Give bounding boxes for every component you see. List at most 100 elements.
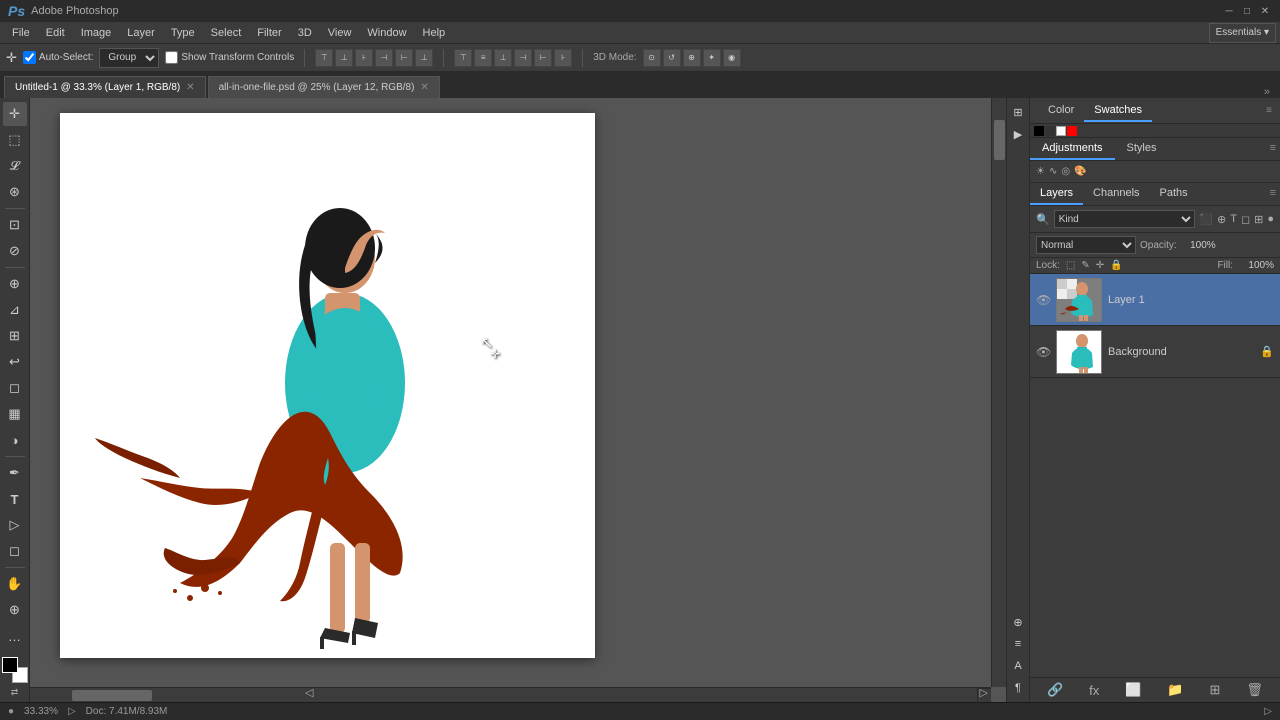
menu-help[interactable]: Help	[415, 25, 454, 41]
menu-window[interactable]: Window	[359, 25, 414, 41]
lock-all-icon[interactable]: 🔒	[1110, 260, 1122, 271]
shape-btn[interactable]: ◻	[3, 539, 27, 563]
tab-untitled[interactable]: Untitled-1 @ 33.3% (Layer 1, RGB/8) ✕	[4, 76, 206, 98]
adj-icon-hue[interactable]: ◎	[1061, 166, 1070, 177]
eyedropper-btn[interactable]: ⊘	[3, 239, 27, 263]
color-tab[interactable]: Color	[1038, 100, 1084, 122]
right-icon-6[interactable]: ¶	[1008, 678, 1028, 698]
menu-image[interactable]: Image	[73, 25, 120, 41]
swatch-dark[interactable]	[1045, 126, 1055, 136]
crop-btn[interactable]: ⊡	[3, 213, 27, 237]
panel-collapse-btn[interactable]: »	[1258, 86, 1276, 98]
filter-smart-icon[interactable]: ⊞	[1254, 213, 1263, 226]
distribute-bottom-icon[interactable]: ⊥	[494, 49, 512, 67]
adjustments-tab[interactable]: Adjustments	[1030, 138, 1115, 160]
adj-icon-color[interactable]: 🎨	[1074, 166, 1086, 177]
new-layer-btn[interactable]: ⊞	[1210, 682, 1221, 698]
blend-mode-select[interactable]: Normal Dissolve Multiply Screen Overlay	[1036, 236, 1136, 254]
history-btn[interactable]: ↩	[3, 350, 27, 374]
swatch-black[interactable]	[1034, 126, 1044, 136]
more-btn[interactable]: …	[3, 624, 27, 648]
link-layers-btn[interactable]: 🔗	[1047, 682, 1063, 698]
right-icon-4[interactable]: ≡	[1008, 634, 1028, 654]
layer1-eye[interactable]: 👁	[1036, 293, 1050, 307]
distribute-left-icon[interactable]: ⊣	[514, 49, 532, 67]
dodge-btn[interactable]: ◑	[3, 428, 27, 452]
brush-btn[interactable]: ⊿	[3, 298, 27, 322]
scroll-next-btn[interactable]: ▷	[980, 686, 988, 699]
3d-icon-2[interactable]: ↺	[663, 49, 681, 67]
right-icon-3[interactable]: ⊕	[1008, 612, 1028, 632]
text-btn[interactable]: T	[3, 487, 27, 511]
vertical-scrollbar[interactable]	[991, 98, 1006, 687]
lock-image-icon[interactable]: ✎	[1081, 260, 1089, 271]
zoom-btn[interactable]: ⊕	[3, 598, 27, 622]
align-top-icon[interactable]: ⊤	[315, 49, 333, 67]
distribute-v-icon[interactable]: ≡	[474, 49, 492, 67]
right-icon-1[interactable]: ⊞	[1008, 102, 1028, 122]
status-arrow[interactable]: ▷	[68, 706, 76, 717]
background-eye[interactable]: 👁	[1036, 345, 1050, 359]
filter-adjust-icon[interactable]: ⊕	[1217, 213, 1226, 226]
horizontal-scrollbar[interactable]	[30, 687, 991, 702]
scroll-prev-btn[interactable]: ◁	[305, 686, 313, 699]
menu-3d[interactable]: 3D	[290, 25, 320, 41]
menu-type[interactable]: Type	[163, 25, 203, 41]
fill-value[interactable]: 100%	[1239, 260, 1274, 271]
layer-fx-btn[interactable]: fx	[1089, 683, 1099, 698]
styles-tab[interactable]: Styles	[1115, 138, 1169, 160]
filter-toggle[interactable]: ●	[1267, 213, 1274, 225]
pen-btn[interactable]: ✒	[3, 461, 27, 485]
select-rect-btn[interactable]: ⬚	[3, 128, 27, 152]
adj-panel-menu[interactable]: ≡	[1266, 138, 1280, 160]
layer-mask-btn[interactable]: ⬜	[1125, 682, 1141, 698]
filter-type-icon[interactable]: T	[1230, 213, 1237, 225]
heal-btn[interactable]: ⊕	[3, 272, 27, 296]
layer-item-background[interactable]: 👁 Background 🔒	[1030, 326, 1280, 378]
adj-icon-curves[interactable]: ∿	[1049, 166, 1057, 177]
layer-item-layer1[interactable]: 👁	[1030, 274, 1280, 326]
3d-icon-1[interactable]: ⊙	[643, 49, 661, 67]
opacity-value[interactable]: 100%	[1181, 240, 1216, 251]
menu-select[interactable]: Select	[203, 25, 250, 41]
foreground-color[interactable]	[2, 657, 18, 673]
move-tool-btn[interactable]: ✛	[3, 102, 27, 126]
layers-tab[interactable]: Layers	[1030, 183, 1083, 205]
auto-select-checkbox[interactable]	[23, 51, 36, 64]
paths-tab[interactable]: Paths	[1150, 183, 1198, 205]
path-select-btn[interactable]: ▷	[3, 513, 27, 537]
align-bottom-icon[interactable]: ⊦	[355, 49, 373, 67]
close-button[interactable]: ✕	[1258, 4, 1272, 18]
filter-pixel-icon[interactable]: ⬛	[1199, 213, 1213, 226]
distribute-top-icon[interactable]: ⊤	[454, 49, 472, 67]
scrollbar-track[interactable]	[185, 708, 1246, 716]
align-hcenter-icon[interactable]: ⊢	[395, 49, 413, 67]
layers-panel-menu[interactable]: ≡	[1266, 183, 1280, 205]
show-transform-checkbox[interactable]	[165, 51, 178, 64]
maximize-button[interactable]: □	[1240, 4, 1254, 18]
minimize-button[interactable]: ─	[1222, 4, 1236, 18]
3d-icon-5[interactable]: ◉	[723, 49, 741, 67]
quick-select-btn[interactable]: ⊛	[3, 180, 27, 204]
swatches-tab[interactable]: Swatches	[1084, 100, 1152, 122]
swatch-white[interactable]	[1056, 126, 1066, 136]
menu-layer[interactable]: Layer	[119, 25, 163, 41]
align-right-icon[interactable]: ⊥	[415, 49, 433, 67]
delete-layer-btn[interactable]: 🗑	[1246, 682, 1263, 698]
3d-icon-4[interactable]: ✦	[703, 49, 721, 67]
distribute-h-icon[interactable]: ⊢	[534, 49, 552, 67]
distribute-right-icon[interactable]: ⊦	[554, 49, 572, 67]
right-icon-5[interactable]: A	[1008, 656, 1028, 676]
new-group-btn[interactable]: 📁	[1167, 682, 1183, 698]
hand-btn[interactable]: ✋	[3, 572, 27, 596]
horizontal-scrollthumb[interactable]	[72, 690, 152, 701]
menu-filter[interactable]: Filter	[249, 25, 289, 41]
vertical-scrollthumb[interactable]	[994, 120, 1005, 160]
stamp-btn[interactable]: ⊞	[3, 324, 27, 348]
canvas-area[interactable]: ↖ ✛ ◁ ▷	[30, 98, 1006, 702]
tab-allinone-close[interactable]: ✕	[420, 82, 428, 93]
lasso-btn[interactable]: 𝓛	[3, 154, 27, 178]
eraser-btn[interactable]: ◻	[3, 376, 27, 400]
align-vcenter-icon[interactable]: ⊥	[335, 49, 353, 67]
auto-select-select[interactable]: Group Layer	[99, 48, 159, 68]
